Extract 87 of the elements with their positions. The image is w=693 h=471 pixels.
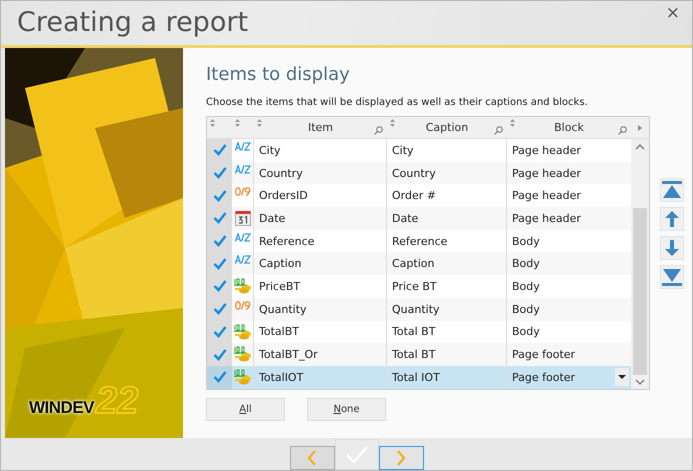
chevron-left-icon — [307, 450, 317, 466]
search-icon[interactable] — [618, 126, 627, 135]
table-cell: Country — [254, 162, 387, 184]
table-cell: Body — [512, 234, 540, 248]
checkbox[interactable] — [212, 188, 226, 203]
table-cell: Page footer — [512, 370, 576, 384]
table-row[interactable]: Country Country Page header — [207, 162, 631, 184]
checkbox[interactable] — [212, 211, 226, 226]
move-to-top-icon — [662, 181, 682, 199]
table-cell: Quantity — [387, 298, 507, 320]
calendar-icon — [234, 210, 250, 226]
table-cell: Body — [512, 257, 540, 270]
chevron-right-icon — [396, 450, 406, 466]
table-cell: Country — [387, 162, 507, 184]
numeric-icon — [234, 187, 250, 196]
table-row[interactable]: Caption Caption Body — [207, 252, 631, 276]
coins-icon — [234, 346, 252, 362]
version-number: 22 — [96, 384, 138, 418]
scroll-right-icon[interactable] — [638, 124, 642, 130]
sort-icon[interactable] — [390, 119, 395, 127]
checkbox[interactable] — [212, 234, 226, 248]
table-cell: Page header — [512, 212, 581, 225]
coins-icon — [234, 324, 252, 340]
table-row[interactable]: TotalBT_Or Total BT Page footer — [207, 343, 631, 366]
table-cell: Date — [387, 207, 507, 230]
sort-icon[interactable] — [257, 119, 262, 127]
sort-icon[interactable] — [210, 119, 215, 127]
table-row[interactable]: Date Date Page header — [207, 207, 631, 230]
finish-button[interactable] — [334, 439, 378, 470]
table-cell: Caption — [387, 252, 507, 276]
table-cell: Quantity — [254, 298, 387, 320]
window-title: Creating a report — [17, 6, 248, 40]
caret-icon — [618, 375, 626, 380]
move-down-button[interactable] — [660, 236, 684, 260]
arrow-up-icon — [664, 210, 680, 228]
search-icon[interactable] — [494, 126, 503, 135]
numeric-icon — [234, 300, 250, 310]
checkbox[interactable] — [212, 324, 226, 339]
scroll-up-icon[interactable] — [635, 144, 645, 150]
checkbox[interactable] — [212, 370, 226, 384]
dropdown-button[interactable] — [615, 368, 629, 386]
table-cell: Date — [254, 207, 387, 230]
alphabetical-icon — [234, 164, 250, 174]
table-cell: Body — [512, 302, 540, 316]
column-header[interactable]: Block — [554, 121, 584, 134]
move-to-bottom-button[interactable] — [660, 265, 684, 289]
next-button[interactable] — [378, 446, 424, 470]
alphabetical-icon — [234, 232, 250, 242]
table-row[interactable]: TotalIOT Total IOT Page footer — [207, 366, 631, 389]
alphabetical-icon — [234, 142, 250, 151]
select-all-button[interactable]: All — [206, 398, 285, 421]
table-cell: Caption — [254, 252, 387, 276]
checkbox[interactable] — [212, 256, 226, 271]
checkbox[interactable] — [212, 348, 226, 362]
previous-button[interactable] — [290, 446, 334, 470]
table-cell: Page footer — [512, 348, 576, 362]
checkbox[interactable] — [212, 143, 226, 158]
sort-icon[interactable] — [510, 119, 515, 127]
alphabetical-icon — [234, 255, 250, 264]
table-cell: Page header — [512, 166, 581, 180]
column-header[interactable]: Caption — [426, 121, 468, 134]
table-cell: Page header — [512, 189, 581, 202]
move-up-button[interactable] — [660, 207, 684, 231]
scroll-down-icon[interactable] — [635, 379, 645, 385]
table-row[interactable]: Quantity Quantity Body — [207, 298, 631, 320]
checkbox[interactable] — [212, 302, 226, 316]
coins-icon — [234, 368, 252, 385]
sort-icon[interactable] — [235, 119, 240, 127]
brand-logo: WINDEV — [29, 398, 94, 418]
move-to-bottom-icon — [662, 268, 682, 286]
close-button[interactable]: × — [666, 3, 680, 23]
select-none-button[interactable]: None — [307, 398, 386, 421]
section-heading: Items to display — [206, 64, 351, 85]
coins-icon — [234, 278, 252, 294]
table-cell: Total IOT — [387, 366, 507, 389]
table-cell: Body — [512, 280, 540, 293]
column-header[interactable]: Item — [308, 121, 334, 134]
checkbox[interactable] — [212, 166, 226, 180]
scrollbar[interactable] — [631, 139, 649, 389]
table-cell: Page header — [512, 144, 581, 157]
arrow-down-icon — [664, 239, 680, 257]
move-to-top-button[interactable] — [660, 178, 684, 202]
instructions-text: Choose the items that will be displayed as well as their captions and blocks. — [206, 97, 589, 108]
table-cell: Body — [512, 325, 540, 338]
search-icon[interactable] — [374, 126, 383, 135]
checkbox[interactable] — [212, 279, 226, 294]
table-cell: TotalIOT — [254, 366, 387, 389]
